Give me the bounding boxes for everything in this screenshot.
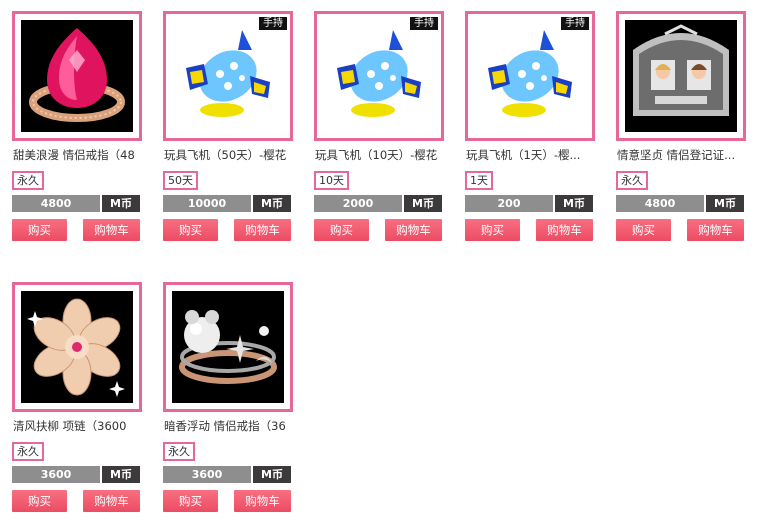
product-card: 手持 玩具飞机（1天）-樱... 1天 200 M币 购买 购物车 bbox=[465, 11, 595, 243]
product-name[interactable]: 暗香浮动 情侣戒指（36 bbox=[164, 418, 292, 434]
price-value: 2000 bbox=[314, 195, 402, 212]
add-to-cart-button[interactable]: 购物车 bbox=[83, 490, 140, 512]
product-name[interactable]: 玩具飞机（1天）-樱... bbox=[466, 147, 594, 163]
add-to-cart-button[interactable]: 购物车 bbox=[234, 219, 291, 241]
price-value: 3600 bbox=[12, 466, 100, 483]
price-value: 3600 bbox=[163, 466, 251, 483]
buy-button[interactable]: 购买 bbox=[12, 490, 67, 512]
add-to-cart-button[interactable]: 购物车 bbox=[536, 219, 593, 241]
product-name[interactable]: 清风扶柳 项链（3600 bbox=[13, 418, 141, 434]
product-card: 清风扶柳 项链（3600 永久 3600 M币 购买 购物车 bbox=[12, 282, 142, 514]
product-image[interactable]: 手持 bbox=[465, 11, 595, 141]
duration-option[interactable]: 50天 bbox=[163, 171, 198, 190]
duration-option[interactable]: 永久 bbox=[616, 171, 648, 190]
buy-button[interactable]: 购买 bbox=[465, 219, 520, 241]
currency-label: M币 bbox=[706, 195, 744, 212]
buy-button[interactable]: 购买 bbox=[12, 219, 67, 241]
currency-label: M币 bbox=[253, 466, 291, 483]
product-image[interactable]: 手持 bbox=[163, 11, 293, 141]
price-value: 4800 bbox=[616, 195, 704, 212]
badge-handheld: 手持 bbox=[561, 17, 589, 30]
price-row: 10000 M币 bbox=[163, 195, 291, 212]
add-to-cart-button[interactable]: 购物车 bbox=[234, 490, 291, 512]
product-name[interactable]: 情意坚贞 情侣登记证... bbox=[617, 147, 745, 163]
price-row: 3600 M币 bbox=[163, 466, 291, 483]
product-image[interactable] bbox=[163, 282, 293, 412]
buy-button[interactable]: 购买 bbox=[163, 219, 218, 241]
duration-option[interactable]: 永久 bbox=[12, 442, 44, 461]
product-image[interactable] bbox=[12, 282, 142, 412]
currency-label: M币 bbox=[102, 466, 140, 483]
product-name[interactable]: 玩具飞机（10天）-樱花 bbox=[315, 147, 443, 163]
price-row: 4800 M币 bbox=[12, 195, 140, 212]
price-row: 4800 M币 bbox=[616, 195, 744, 212]
buy-button[interactable]: 购买 bbox=[163, 490, 218, 512]
price-value: 10000 bbox=[163, 195, 251, 212]
badge-handheld: 手持 bbox=[410, 17, 438, 30]
toy-plane-icon bbox=[323, 20, 435, 132]
product-name[interactable]: 玩具飞机（50天）-樱花 bbox=[164, 147, 292, 163]
currency-label: M币 bbox=[404, 195, 442, 212]
toy-plane-icon bbox=[172, 20, 284, 132]
add-to-cart-button[interactable]: 购物车 bbox=[385, 219, 442, 241]
buy-button[interactable]: 购买 bbox=[616, 219, 671, 241]
flower-necklace-icon bbox=[21, 291, 133, 403]
price-value: 200 bbox=[465, 195, 553, 212]
duration-option[interactable]: 10天 bbox=[314, 171, 349, 190]
couple-certificate-icon bbox=[625, 20, 737, 132]
badge-handheld: 手持 bbox=[259, 17, 287, 30]
product-card: 手持 玩具飞机（10天）-樱花 10天 2000 M币 购买 购物车 bbox=[314, 11, 444, 243]
toy-plane-icon bbox=[474, 20, 586, 132]
product-image[interactable] bbox=[12, 11, 142, 141]
price-row: 200 M币 bbox=[465, 195, 593, 212]
product-card: 手持 玩具飞机（50天）-樱花 50天 10000 M币 购买 购物车 bbox=[163, 11, 293, 243]
add-to-cart-button[interactable]: 购物车 bbox=[83, 219, 140, 241]
product-image[interactable]: 手持 bbox=[314, 11, 444, 141]
product-card: 甜美浪漫 情侣戒指（48 永久 4800 M币 购买 购物车 bbox=[12, 11, 142, 243]
price-row: 3600 M币 bbox=[12, 466, 140, 483]
add-to-cart-button[interactable]: 购物车 bbox=[687, 219, 744, 241]
currency-label: M币 bbox=[102, 195, 140, 212]
duration-option[interactable]: 1天 bbox=[465, 171, 493, 190]
duration-option[interactable]: 永久 bbox=[12, 171, 44, 190]
buy-button[interactable]: 购买 bbox=[314, 219, 369, 241]
product-card: 情意坚贞 情侣登记证... 永久 4800 M币 购买 购物车 bbox=[616, 11, 746, 243]
pearl-ring-icon bbox=[172, 291, 284, 403]
currency-label: M币 bbox=[555, 195, 593, 212]
product-name[interactable]: 甜美浪漫 情侣戒指（48 bbox=[13, 147, 141, 163]
pink-gem-ring-icon bbox=[21, 20, 133, 132]
product-card: 暗香浮动 情侣戒指（36 永久 3600 M币 购买 购物车 bbox=[163, 282, 293, 514]
price-row: 2000 M币 bbox=[314, 195, 442, 212]
product-image[interactable] bbox=[616, 11, 746, 141]
currency-label: M币 bbox=[253, 195, 291, 212]
product-grid: 甜美浪漫 情侣戒指（48 永久 4800 M币 购买 购物车 手持 玩具飞机（5… bbox=[0, 0, 764, 527]
duration-option[interactable]: 永久 bbox=[163, 442, 195, 461]
price-value: 4800 bbox=[12, 195, 100, 212]
